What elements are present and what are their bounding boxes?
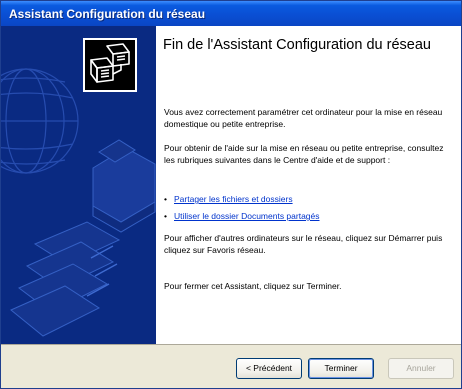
bullet-icon: • (164, 194, 167, 204)
bullet-icon: • (164, 211, 167, 221)
network-computers-icon (83, 38, 137, 92)
intro-text: Vous avez correctement paramétrer cet or… (164, 107, 443, 129)
other-computers-text: Pour afficher d'autres ordinateurs sur l… (164, 233, 443, 255)
wizard-content: Fin de l'Assistant Configuration du rése… (156, 26, 461, 344)
wizard-sidebar (1, 26, 156, 344)
finish-button[interactable]: Terminer (308, 358, 374, 379)
help-text: Pour obtenir de l'aide sur la mise en ré… (164, 143, 444, 165)
shared-documents-link[interactable]: Utiliser le dossier Documents partagés (174, 211, 320, 221)
cancel-button[interactable]: Annuler (388, 358, 454, 379)
share-files-link[interactable]: Partager les fichiers et dossiers (174, 194, 293, 204)
page-title: Fin de l'Assistant Configuration du rése… (163, 37, 431, 53)
title-bar[interactable]: Assistant Configuration du réseau (1, 1, 461, 26)
button-bar-separator (1, 344, 461, 345)
link-item-share-files: • Partager les fichiers et dossiers (164, 193, 293, 205)
close-instructions-text: Pour fermer cet Assistant, cliquez sur T… (164, 281, 342, 291)
window-title: Assistant Configuration du réseau (9, 7, 206, 21)
back-button[interactable]: < Précédent (236, 358, 302, 379)
link-item-shared-documents: • Utiliser le dossier Documents partagés (164, 210, 320, 222)
wizard-window: Assistant Configuration du réseau Fin de… (0, 0, 462, 389)
